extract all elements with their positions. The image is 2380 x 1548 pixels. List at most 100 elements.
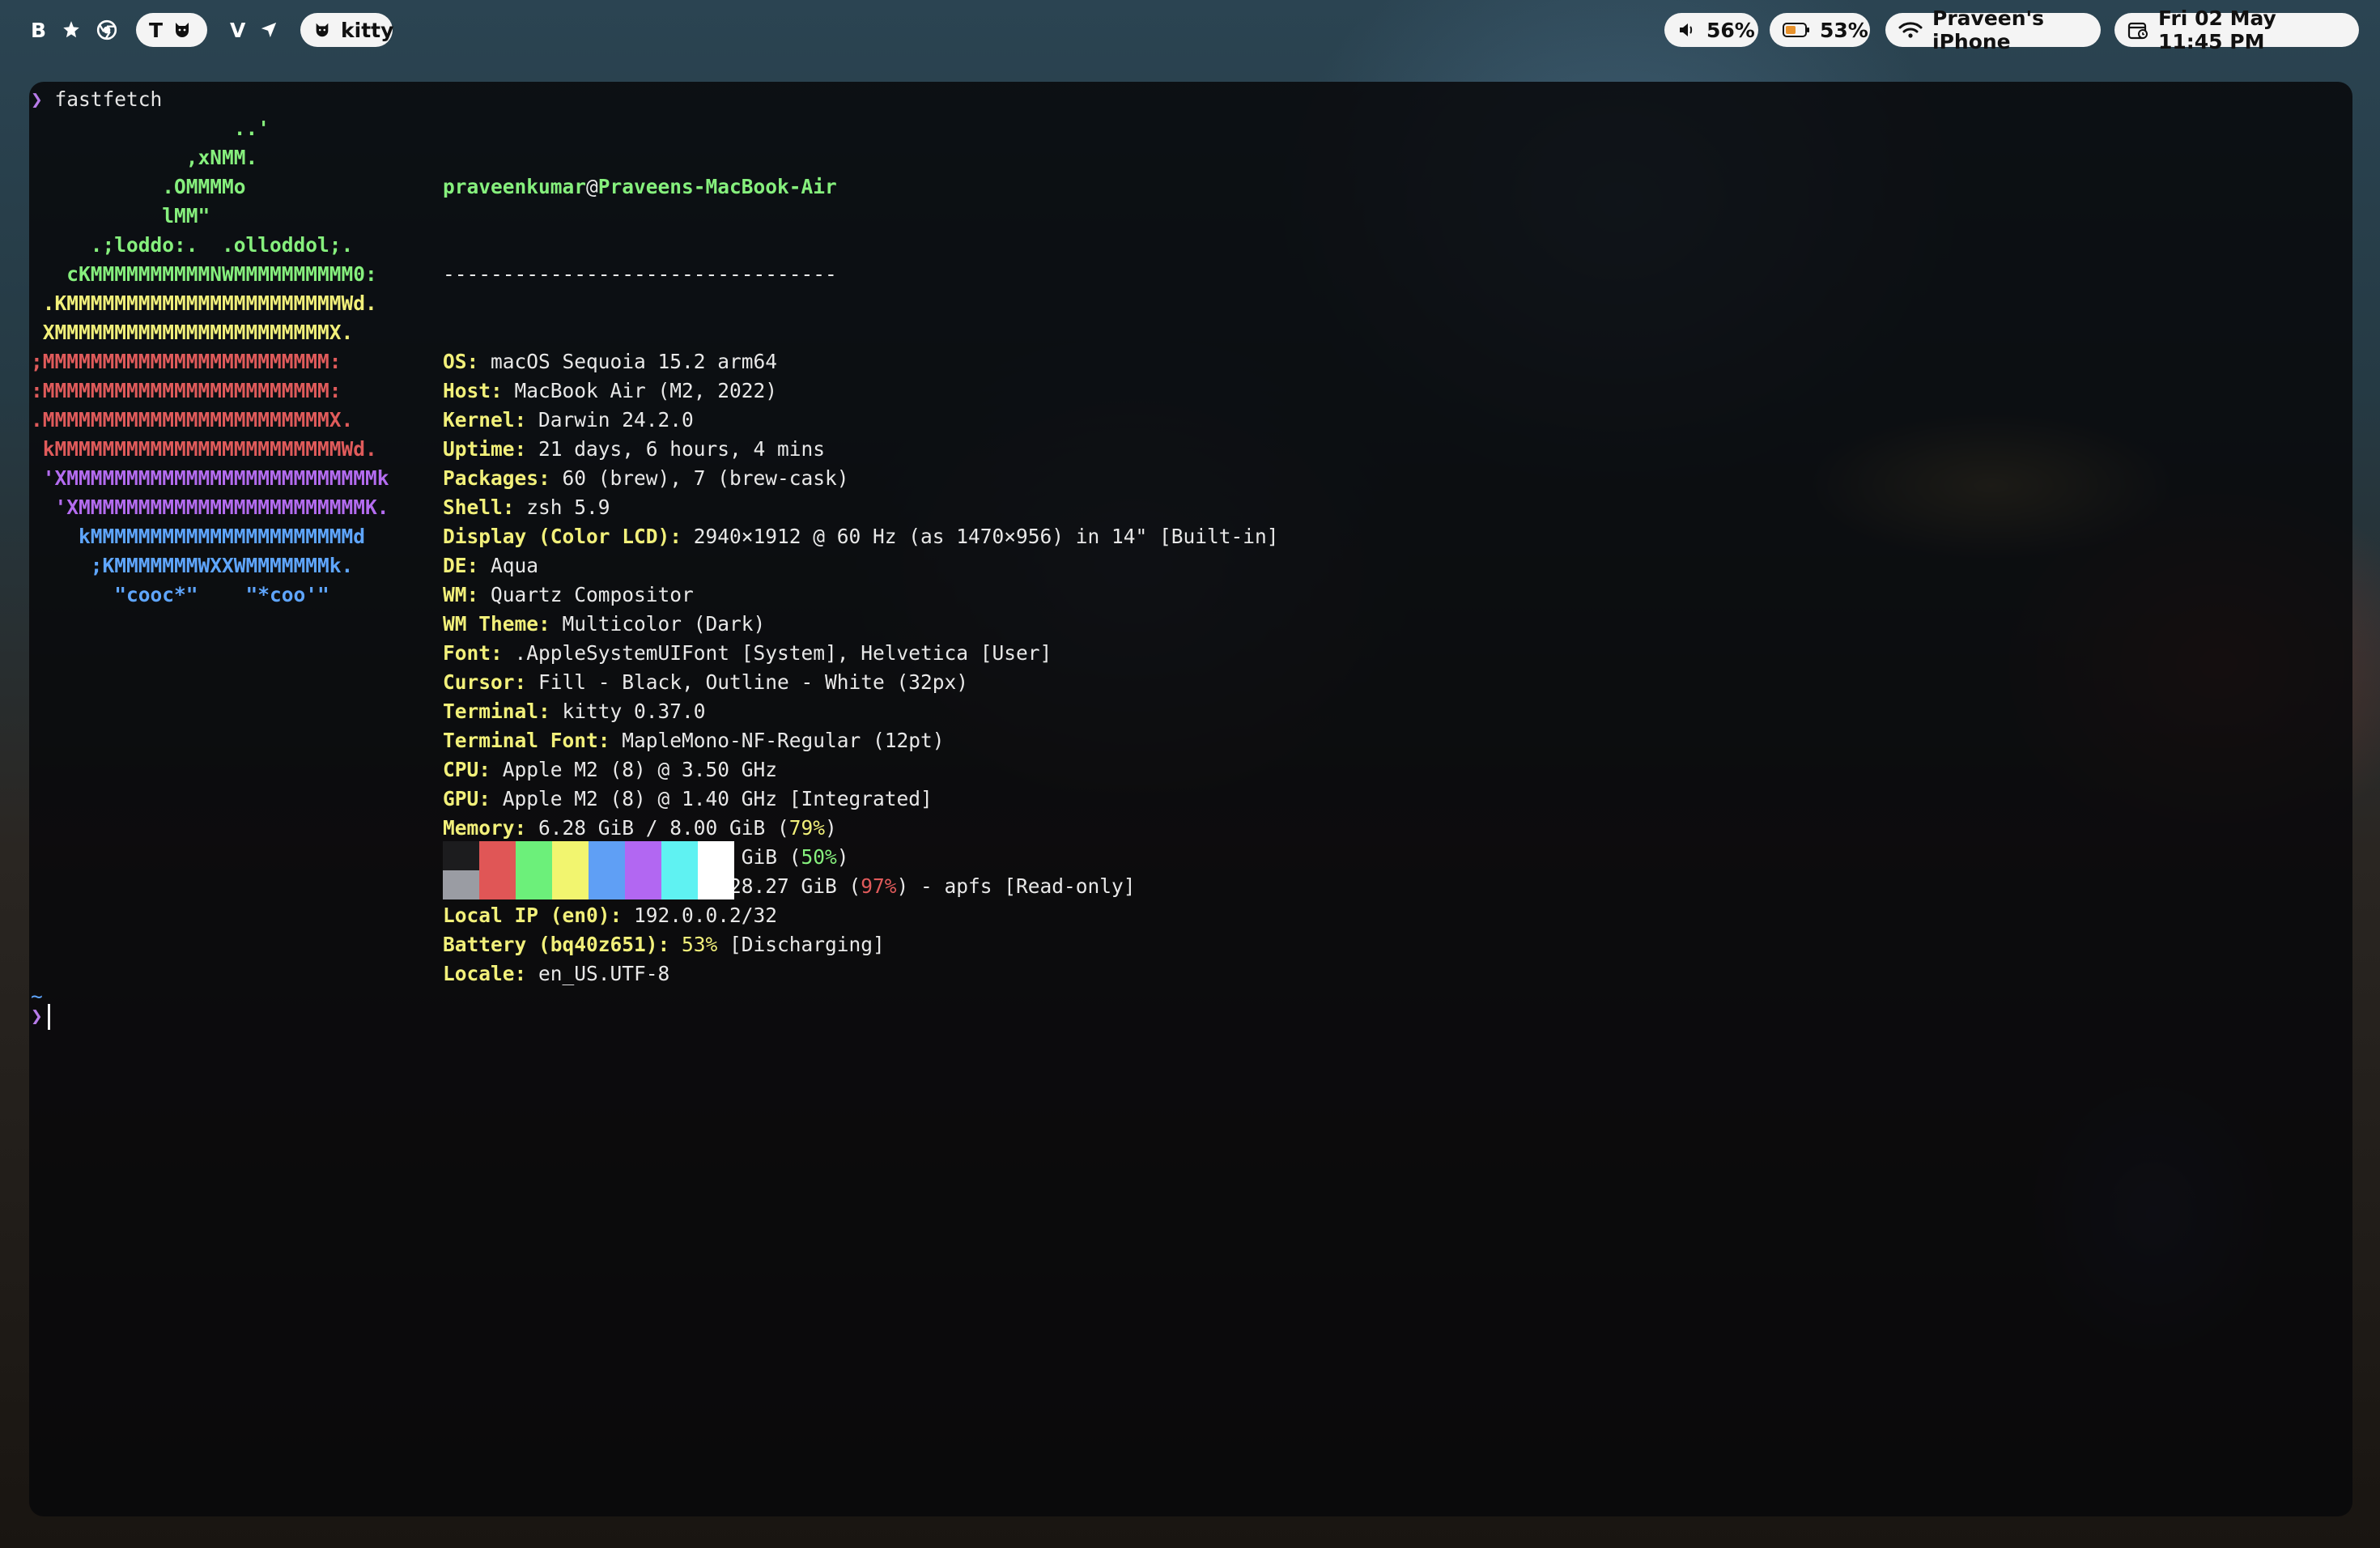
logo-line: .OMMMMo: [31, 175, 246, 198]
color-swatch: [625, 841, 661, 899]
clock-pill[interactable]: Fri 02 May 11:45 PM: [2114, 6, 2359, 53]
color-swatch: [589, 841, 625, 899]
kitty-terminal-window[interactable]: ❯ fastfetch ..' ,xNMM. .OMMMMo lMM" .;lo…: [29, 82, 2352, 1516]
swatch-bottom: [625, 870, 661, 899]
info-value: Aqua: [478, 554, 539, 577]
swatch-top: [516, 841, 552, 870]
color-swatch: [516, 841, 552, 899]
swatch-top: [625, 841, 661, 870]
info-key: Terminal Font:: [443, 729, 610, 752]
info-value: en_US.UTF-8: [526, 962, 670, 985]
info-value-tail: ): [836, 845, 849, 869]
logo-line: 'XMMMMMMMMMMMMMMMMMMMMMMMMMMk: [31, 466, 389, 490]
star-icon[interactable]: [61, 19, 82, 40]
swatch-top: [479, 841, 516, 870]
chrome-icon[interactable]: [96, 19, 117, 40]
info-key: Memory:: [443, 816, 527, 840]
info-value: Apple M2 (8) @ 3.50 GHz: [491, 758, 778, 781]
info-key: GPU:: [443, 787, 491, 810]
info-key: OS:: [443, 350, 479, 373]
prompt-chevron-icon: ❯: [31, 87, 43, 111]
logo-line: kMMMMMMMMMMMMMMMMMMMMMMMMWd.: [31, 437, 377, 461]
color-swatch: [443, 841, 479, 899]
info-key: Display (Color LCD):: [443, 525, 682, 548]
logo-line: .MMMMMMMMMMMMMMMMMMMMMMMMX.: [31, 408, 354, 432]
info-key: Host:: [443, 379, 503, 402]
info-line: Host: MacBook Air (M2, 2022): [443, 376, 1279, 406]
swatch-bottom: [516, 870, 552, 899]
info-line: DE: Aqua: [443, 551, 1279, 580]
user-host-line: praveenkumar@Praveens-MacBook-Air: [443, 172, 1279, 202]
logo-line: XMMMMMMMMMMMMMMMMMMMMMMMX.: [31, 321, 354, 344]
info-key: Cursor:: [443, 670, 527, 694]
color-palette: [443, 841, 734, 899]
info-value: 21 days, 6 hours, 4 mins: [526, 437, 826, 461]
kitty-icon: [313, 21, 331, 39]
info-value: 2940×1912 @ 60 Hz (as 1470×956) in 14" […: [682, 525, 1279, 548]
color-swatch: [698, 841, 734, 899]
info-value-tail: ): [825, 816, 837, 840]
info-value: zsh 5.9: [514, 495, 610, 519]
info-line: CPU: Apple M2 (8) @ 3.50 GHz: [443, 755, 1279, 785]
info-key: Locale:: [443, 962, 527, 985]
info-key: Uptime:: [443, 437, 527, 461]
info-value: Multicolor (Dark): [550, 612, 766, 636]
menubar-letter-b[interactable]: B: [31, 19, 46, 42]
info-value-tail: [Discharging]: [717, 933, 885, 956]
logo-line: lMM": [31, 204, 210, 228]
wifi-pill[interactable]: Praveen's iPhone: [1885, 6, 2101, 53]
info-line: Terminal: kitty 0.37.0: [443, 697, 1279, 726]
info-key: Packages:: [443, 466, 550, 490]
command-text: fastfetch: [54, 87, 163, 111]
active-app-label: kitty: [341, 18, 394, 42]
battery-icon: [1783, 21, 1810, 39]
info-value: MapleMono-NF-Regular (12pt): [610, 729, 945, 752]
workspace-label: T: [149, 18, 164, 42]
info-key: Font:: [443, 641, 503, 665]
system-info-block: praveenkumar@Praveens-MacBook-Air ------…: [443, 114, 1279, 1047]
info-line: Locale: en_US.UTF-8: [443, 959, 1279, 989]
info-line: Display (Color LCD): 2940×1912 @ 60 Hz (…: [443, 522, 1279, 551]
logo-line: .;loddo:. .olloddol;.: [31, 233, 354, 257]
info-percentage: 97%: [861, 874, 897, 898]
info-value: 192.0.0.2/32: [622, 904, 778, 927]
info-value: Apple M2 (8) @ 1.40 GHz [Integrated]: [491, 787, 933, 810]
logo-line: "cooc*" "*coo'": [31, 583, 329, 606]
cat-icon: [172, 20, 192, 40]
info-line: Memory: 6.28 GiB / 8.00 GiB (79%): [443, 814, 1279, 843]
location-arrow-icon[interactable]: [260, 21, 278, 39]
logo-line: cKMMMMMMMMMMNWMMMMMMMMMM0:: [31, 262, 377, 286]
text-cursor: [47, 1004, 50, 1030]
menubar-mid-apps: V: [230, 13, 278, 47]
menubar-letter-v[interactable]: V: [230, 19, 245, 42]
info-line: GPU: Apple M2 (8) @ 1.40 GHz [Integrated…: [443, 785, 1279, 814]
info-key: Terminal:: [443, 700, 550, 723]
username: praveenkumar: [443, 175, 587, 198]
info-value-tail: ) - apfs [Read-only]: [896, 874, 1136, 898]
info-line: Local IP (en0): 192.0.0.2/32: [443, 901, 1279, 930]
color-swatch: [479, 841, 516, 899]
info-value: kitty 0.37.0: [550, 700, 706, 723]
active-app-pill[interactable]: kitty: [300, 13, 393, 47]
info-line: WM Theme: Multicolor (Dark): [443, 610, 1279, 639]
logo-line: ;KMMMMMMMWXXWMMMMMMMk.: [31, 554, 354, 577]
separator-line: ---------------------------------: [443, 262, 837, 286]
logo-line: ;MMMMMMMMMMMMMMMMMMMMMMMM:: [31, 350, 342, 373]
info-key: Kernel:: [443, 408, 527, 432]
info-line: Font: .AppleSystemUIFont [System], Helve…: [443, 639, 1279, 668]
info-value: [669, 933, 682, 956]
swatch-bottom: [698, 870, 734, 899]
info-value: Fill - Black, Outline - White (32px): [526, 670, 969, 694]
datetime-label: Fri 02 May 11:45 PM: [2158, 6, 2276, 53]
workspace-pill[interactable]: T: [136, 13, 207, 47]
info-percentage: 53%: [682, 933, 718, 956]
volume-pill[interactable]: 56%: [1664, 13, 1758, 47]
info-key: DE:: [443, 554, 479, 577]
logo-line: .KMMMMMMMMMMMMMMMMMMMMMMMWd.: [31, 291, 377, 315]
battery-pill[interactable]: 53%: [1770, 13, 1870, 47]
active-prompt-line[interactable]: ❯: [31, 1002, 50, 1031]
swatch-bottom: [443, 870, 479, 899]
volume-level: 56%: [1706, 18, 1755, 42]
info-key: CPU:: [443, 758, 491, 781]
swatch-top: [443, 841, 479, 870]
